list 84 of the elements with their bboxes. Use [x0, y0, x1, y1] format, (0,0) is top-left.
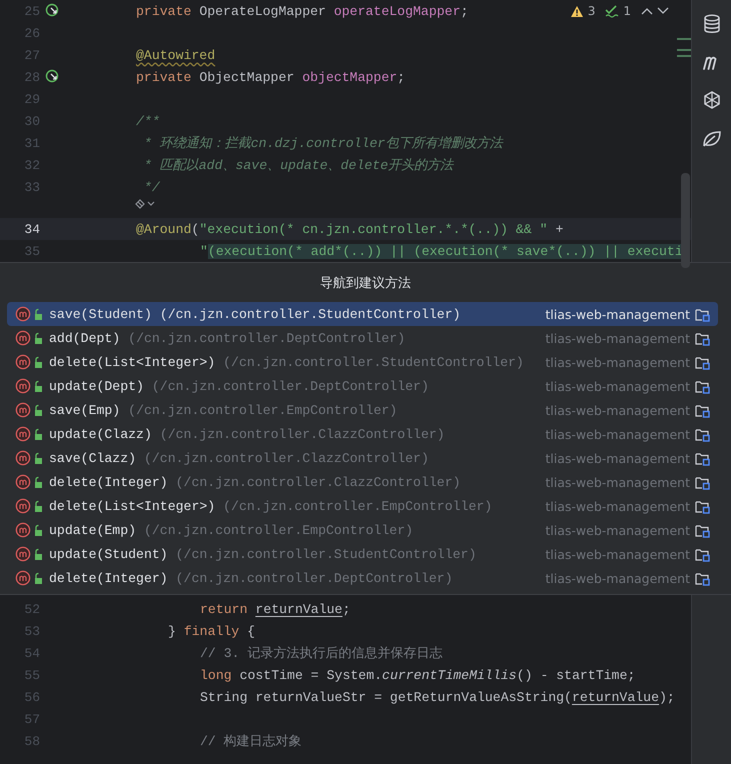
- method-list-item[interactable]: add(Dept) (/cn.jzn.controller.DeptController) tlias-web-management: [7, 326, 718, 350]
- code-text: +: [554, 222, 564, 236]
- keyword: long: [200, 668, 232, 682]
- keyword: private: [136, 70, 192, 84]
- module-folder-icon: [695, 330, 710, 346]
- string-literal: (execution(* add*(..)) || (execution(* save*(..)) || executi: [208, 244, 683, 258]
- code-text: OperateLogMapper: [199, 4, 327, 18]
- field-name: operateLogMapper: [334, 4, 460, 18]
- chevron-down-icon[interactable]: [657, 7, 669, 15]
- method-icon: [15, 522, 45, 538]
- bean-navigation-icon[interactable]: [45, 69, 61, 85]
- method-icon: [15, 306, 45, 322]
- doc-comment: * 匹配以add、save、update、delete开头的方法: [142, 158, 454, 173]
- module-folder-icon: [695, 474, 710, 490]
- method-icon: [15, 354, 45, 370]
- code-text: ;: [460, 4, 468, 18]
- method-icon: [15, 498, 45, 514]
- method-list-item[interactable]: save(Clazz) (/cn.jzn.controller.ClazzController) tlias-web-management: [7, 446, 718, 470]
- keyword: private: [136, 4, 192, 18]
- error-stripe-marks: [677, 36, 691, 58]
- popup-title: 导航到建议方法: [319, 274, 412, 292]
- module-folder-icon: [695, 450, 710, 466]
- method-icon: [15, 570, 45, 586]
- method-list-item[interactable]: update(Emp) (/cn.jzn.controller.EmpController) tlias-web-management: [7, 518, 718, 542]
- keyword: finally: [184, 624, 240, 638]
- module-folder-icon: [695, 570, 710, 586]
- code-text: ObjectMapper: [199, 70, 296, 84]
- check-icon[interactable]: [605, 4, 620, 18]
- code-text: (: [191, 222, 200, 236]
- string-literal: ": [200, 244, 208, 258]
- method-icon: [15, 546, 45, 562]
- method-icon: [15, 402, 45, 418]
- string-literal: "execution(* cn.jzn.controller.*.*(..)) && ": [199, 222, 548, 236]
- doc-comment: * 环绕通知：拦截cn.dzj.controller包下所有增删改方法: [142, 136, 502, 151]
- scrollbar-thumb[interactable]: [681, 173, 690, 268]
- code-text: () - startTime;: [516, 668, 636, 682]
- method-list-item[interactable]: delete(Integer) (/cn.jzn.controller.ClazzController) tlias-web-management: [7, 470, 718, 494]
- module-folder-icon: [695, 426, 710, 442]
- bean-navigation-icon[interactable]: [45, 3, 61, 19]
- code-text: {: [246, 624, 256, 638]
- method-list-item[interactable]: save(Emp) (/cn.jzn.controller.EmpController) tlias-web-management: [7, 398, 718, 422]
- code-text: }: [168, 624, 177, 638]
- method-icon: [15, 426, 45, 442]
- module-folder-icon: [695, 498, 710, 514]
- method-icon: [15, 474, 45, 490]
- code-text: ;: [342, 602, 350, 616]
- leaf-icon[interactable]: [702, 130, 722, 148]
- chevron-up-icon[interactable]: [641, 7, 653, 15]
- module-folder-icon: [695, 354, 710, 370]
- doc-comment: /**: [136, 114, 160, 128]
- code-text: ;: [397, 70, 406, 84]
- module-folder-icon: [695, 522, 710, 538]
- method-list-item[interactable]: update(Dept) (/cn.jzn.controller.DeptController) tlias-web-management: [7, 374, 718, 398]
- method-icon: [15, 450, 45, 466]
- database-icon[interactable]: [702, 14, 720, 34]
- method-list-item[interactable]: update(Clazz) (/cn.jzn.controller.ClazzController) tlias-web-management: [7, 422, 718, 446]
- keyword: return: [200, 602, 248, 616]
- module-folder-icon: [695, 378, 710, 394]
- code-text: costTime = System.: [238, 668, 382, 682]
- field-name: objectMapper: [302, 70, 398, 84]
- code-comment: // 3. 记录方法执行后的信息并保存日志: [200, 646, 442, 661]
- method-list-item[interactable]: save(Student) (/cn.jzn.controller.StudentController) tlias-web-management: [7, 302, 718, 326]
- variable-name: returnValue: [255, 602, 342, 616]
- annotation: @Autowired: [136, 48, 216, 62]
- code-text: );: [659, 690, 675, 704]
- module-folder-icon: [695, 402, 710, 418]
- method-list-item[interactable]: delete(Integer) (/cn.jzn.controller.DeptController) tlias-web-management: [7, 566, 718, 590]
- code-text: String returnValueStr = getReturnValueAsString(: [200, 690, 572, 704]
- warning-count: 3: [588, 4, 596, 18]
- check-count: 1: [623, 4, 631, 18]
- method-name: currentTimeMillis: [382, 668, 517, 682]
- warning-icon[interactable]: [570, 4, 584, 18]
- method-icon: [15, 378, 45, 394]
- annotation: @Around: [136, 222, 192, 236]
- method-icon: [15, 330, 45, 346]
- module-folder-icon: [695, 546, 710, 562]
- doc-comment: */: [142, 180, 160, 194]
- module-folder-icon: [695, 306, 710, 322]
- code-comment: // 构建日志对象: [200, 734, 302, 749]
- line-number: 34: [23, 222, 40, 236]
- variable-name: returnValue: [572, 690, 660, 704]
- method-list-item[interactable]: delete(List<Integer>) (/cn.jzn.controller.StudentController) tlias-web-management: [7, 350, 718, 374]
- method-list-item[interactable]: update(Student) (/cn.jzn.controller.StudentController) tlias-web-management: [7, 542, 718, 566]
- method-list-item[interactable]: delete(List<Integer>) (/cn.jzn.controller.EmpController) tlias-web-management: [7, 494, 718, 518]
